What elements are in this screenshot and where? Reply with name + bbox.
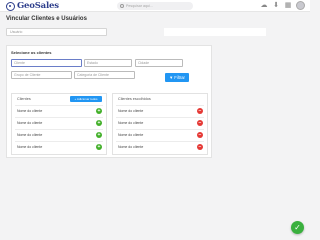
- add-client-icon[interactable]: +: [96, 107, 102, 114]
- clients-panel-title: Clientes: [17, 97, 31, 101]
- list-item: Nome do cliente −: [116, 105, 204, 115]
- chosen-panel-title: Clientes escolhidos: [118, 97, 151, 101]
- filter-button[interactable]: ▼ Filtrar: [165, 73, 189, 82]
- list-item: Nome do cliente +: [15, 105, 103, 115]
- list-item: Nome do cliente +: [15, 141, 103, 151]
- clients-panel: Clientes + Adicionar todos Nome do clien…: [11, 93, 107, 155]
- add-client-icon[interactable]: +: [96, 143, 102, 150]
- chosen-clients-panel: Clientes escolhidos Nome do cliente − No…: [112, 93, 208, 155]
- client-name: Nome do cliente: [17, 144, 43, 149]
- state-field[interactable]: Estado: [84, 59, 132, 67]
- add-client-icon[interactable]: +: [96, 131, 102, 138]
- search-input[interactable]: [126, 4, 186, 8]
- globe-icon: [6, 1, 15, 11]
- add-all-button[interactable]: + Adicionar todos: [70, 96, 102, 102]
- client-group-field[interactable]: Grupo de Cliente: [11, 71, 72, 79]
- remove-client-icon[interactable]: −: [197, 107, 203, 114]
- client-name: Nome do cliente: [118, 120, 144, 125]
- list-item: Nome do cliente −: [116, 129, 204, 139]
- top-bar: GeoSales ☁ ⬇ ▦: [0, 0, 310, 12]
- add-client-icon[interactable]: +: [96, 119, 102, 126]
- filter-button-label: Filtrar: [174, 75, 185, 80]
- filter-title: Selecione os clientes: [11, 50, 52, 55]
- client-category-field[interactable]: Categoria de Cliente: [74, 71, 135, 79]
- brand-name: GeoSales: [17, 1, 59, 11]
- funnel-icon: ▼: [169, 75, 174, 80]
- cloud-icon[interactable]: ☁: [260, 2, 268, 10]
- client-name: Nome do cliente: [17, 120, 43, 125]
- city-field[interactable]: Cidade: [135, 59, 183, 67]
- client-name: Nome do cliente: [17, 132, 43, 137]
- page-title: Vincular Clientes e Usuários: [6, 16, 87, 22]
- user-select[interactable]: Usuário: [6, 28, 107, 36]
- list-item: Nome do cliente −: [116, 141, 204, 151]
- search-icon: [120, 4, 124, 8]
- remove-client-icon[interactable]: −: [197, 143, 203, 150]
- client-field[interactable]: Cliente: [11, 59, 82, 67]
- avatar[interactable]: [296, 1, 305, 10]
- header-blank-area: [164, 28, 266, 36]
- client-name: Nome do cliente: [118, 132, 144, 137]
- client-name: Nome do cliente: [17, 108, 43, 113]
- top-icons: ☁ ⬇ ▦: [260, 1, 305, 10]
- brand-logo[interactable]: GeoSales: [6, 1, 59, 11]
- client-name: Nome do cliente: [118, 144, 144, 149]
- remove-client-icon[interactable]: −: [197, 119, 203, 126]
- list-item: Nome do cliente +: [15, 117, 103, 127]
- search-bar[interactable]: [117, 2, 193, 10]
- remove-client-icon[interactable]: −: [197, 131, 203, 138]
- grid-icon[interactable]: ▦: [284, 2, 292, 10]
- list-item: Nome do cliente −: [116, 117, 204, 127]
- list-item: Nome do cliente +: [15, 129, 103, 139]
- confirm-button[interactable]: ✓: [291, 221, 304, 234]
- client-name: Nome do cliente: [118, 108, 144, 113]
- filter-card: Selecione os clientes Cliente Estado Cid…: [6, 45, 212, 158]
- download-icon[interactable]: ⬇: [272, 2, 280, 10]
